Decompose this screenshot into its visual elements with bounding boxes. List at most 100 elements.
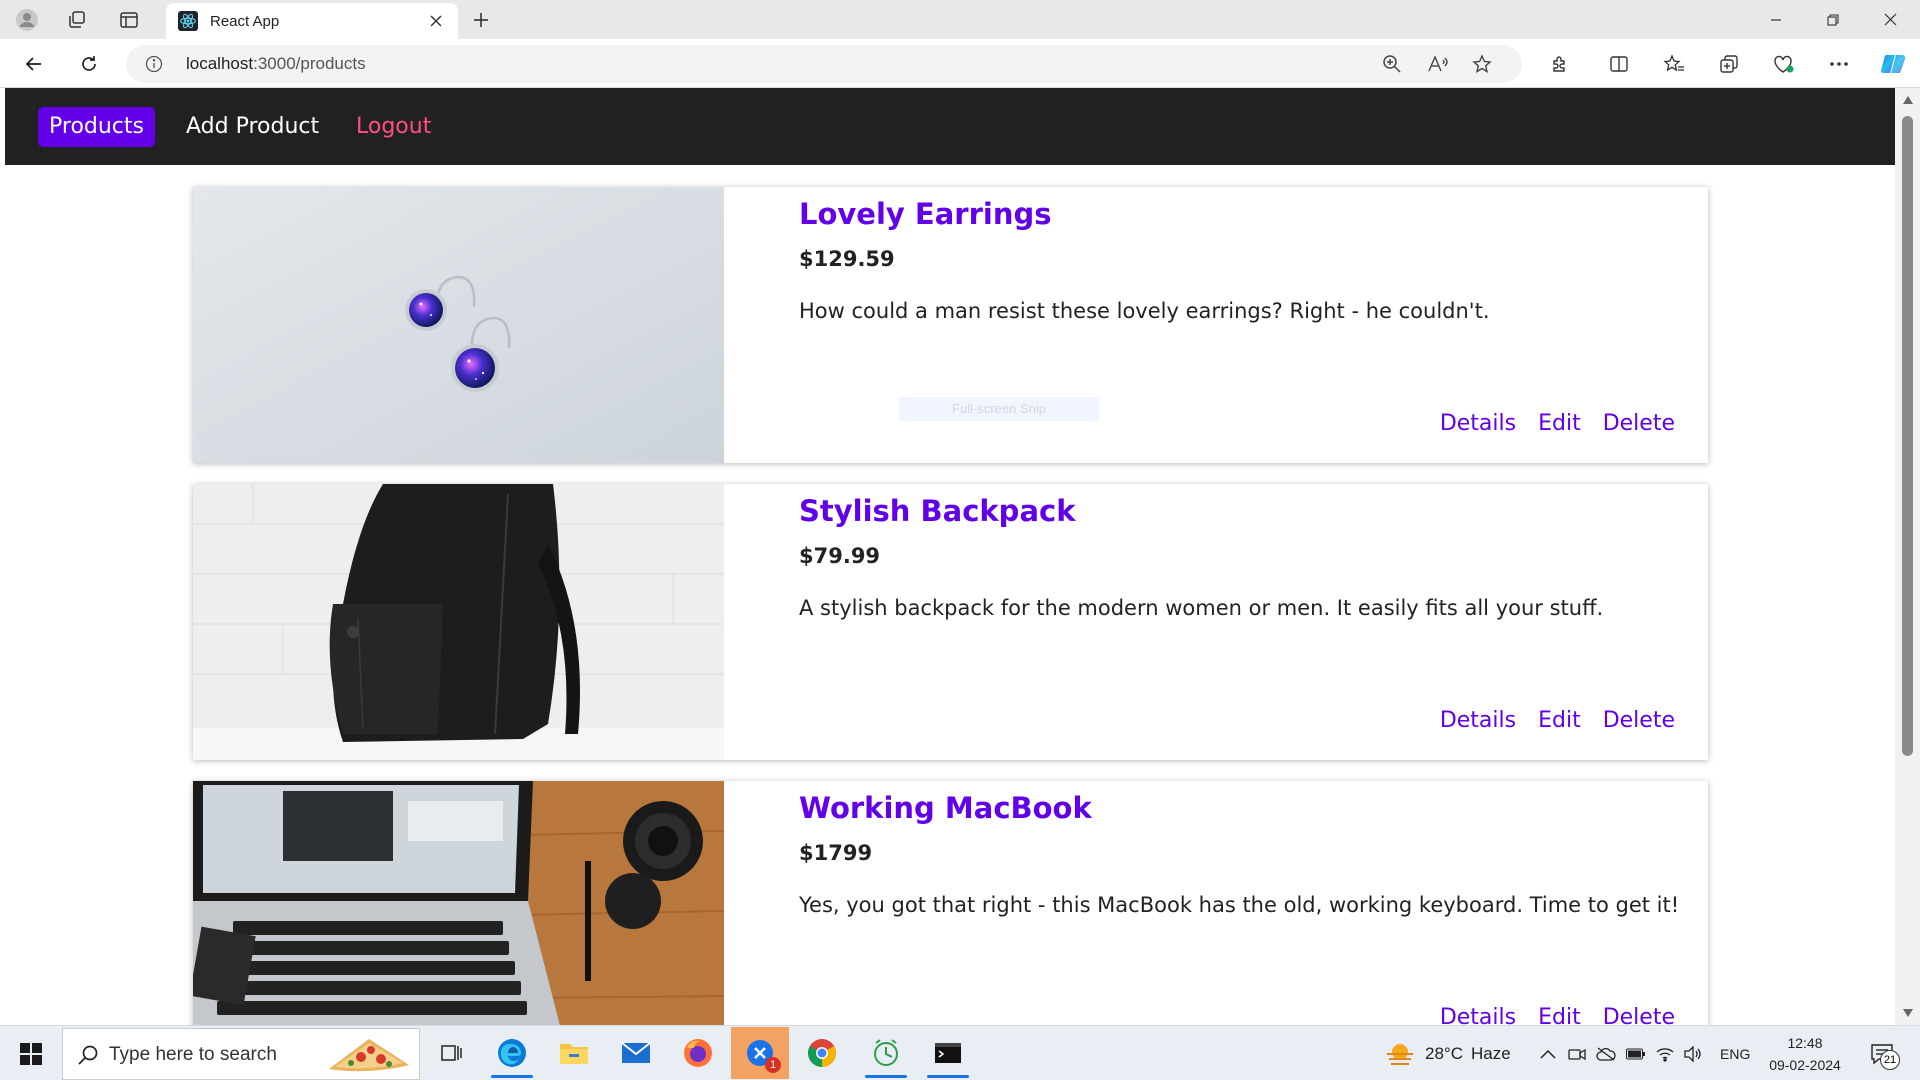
nav-add-product[interactable]: Add Product (175, 107, 330, 147)
clock-time: 12:48 (1787, 1035, 1823, 1051)
product-title: Working MacBook (799, 791, 1092, 825)
copilot-icon[interactable] (1876, 47, 1910, 81)
nav-products[interactable]: Products (38, 107, 155, 147)
product-price: $79.99 (799, 544, 881, 568)
snipping-tool-icon[interactable]: 1 (731, 1027, 789, 1079)
file-explorer-icon[interactable] (545, 1027, 603, 1079)
product-card-body: Lovely Earrings $129.59 How could a man … (724, 187, 1708, 463)
product-price: $129.59 (799, 247, 895, 271)
snip-overlay-label: Full-screen Snip (899, 397, 1099, 421)
tab-actions-icon[interactable] (112, 5, 146, 35)
delete-link[interactable]: Delete (1603, 708, 1675, 733)
close-window-icon[interactable] (1862, 0, 1918, 39)
split-screen-icon[interactable] (1602, 47, 1636, 81)
product-image-earrings (193, 187, 724, 463)
read-aloud-icon[interactable] (1424, 50, 1452, 78)
minimize-icon[interactable] (1748, 0, 1804, 39)
scroll-down-icon[interactable] (1900, 1005, 1915, 1020)
edge-browser-icon[interactable] (483, 1027, 541, 1079)
nav-logout[interactable]: Logout (345, 107, 442, 147)
tab-react-app[interactable]: React App (166, 3, 458, 39)
windows-start-icon[interactable] (8, 1034, 54, 1074)
product-description: How could a man resist these lovely earr… (799, 299, 1490, 323)
details-link[interactable]: Details (1440, 1005, 1516, 1025)
scrollbar-thumb[interactable] (1902, 116, 1913, 756)
notification-count-badge: 21 (1880, 1050, 1900, 1070)
product-card: Stylish Backpack $79.99 A stylish backpa… (193, 484, 1708, 760)
details-link[interactable]: Details (1440, 708, 1516, 733)
new-tab-button[interactable] (466, 5, 496, 35)
edit-link[interactable]: Edit (1538, 708, 1581, 733)
show-hidden-icons-chevron-icon[interactable] (1540, 1049, 1556, 1059)
chrome-icon[interactable] (793, 1027, 851, 1079)
system-tray: ENG (1540, 1026, 1750, 1080)
snip-badge: 1 (765, 1057, 781, 1073)
product-card: Working MacBook $1799 Yes, you got that … (193, 781, 1708, 1025)
extensions-icon[interactable] (1543, 47, 1577, 81)
page-scrollbar[interactable] (1895, 88, 1920, 1025)
product-card-body: Working MacBook $1799 Yes, you got that … (724, 781, 1708, 1025)
pizza-icon (325, 1035, 413, 1075)
favorites-icon[interactable] (1657, 47, 1691, 81)
terminal-icon[interactable] (919, 1027, 977, 1079)
url-path: :3000/products (253, 54, 366, 73)
firefox-icon[interactable] (669, 1027, 727, 1079)
product-title: Lovely Earrings (799, 197, 1052, 231)
restore-icon[interactable] (1805, 0, 1861, 39)
weather-widget[interactable]: 28°C Haze (1385, 1026, 1511, 1080)
site-info-icon[interactable] (144, 54, 164, 74)
zoom-icon[interactable] (1378, 50, 1406, 78)
delete-link[interactable]: Delete (1603, 411, 1675, 436)
wifi-icon[interactable] (1656, 1046, 1674, 1062)
refresh-icon[interactable] (72, 47, 106, 81)
language-indicator[interactable]: ENG (1720, 1046, 1750, 1062)
notification-center-icon[interactable]: 21 (1862, 1036, 1902, 1072)
product-image-backpack (193, 484, 724, 760)
weather-text: Haze (1470, 1043, 1511, 1063)
clock-app-icon[interactable] (857, 1027, 915, 1079)
browser-tab-bar: React App (0, 0, 1920, 39)
settings-more-icon[interactable] (1822, 47, 1856, 81)
browser-essentials-icon[interactable] (1767, 47, 1801, 81)
onedrive-icon[interactable] (1596, 1046, 1616, 1061)
page-viewport: Products Add Product Logout Lovely Earri… (5, 88, 1895, 1025)
product-description: A stylish backpack for the modern women … (799, 596, 1604, 620)
profile-icon[interactable] (10, 5, 44, 35)
url-host: localhost (186, 54, 254, 73)
workspaces-icon[interactable] (60, 5, 94, 35)
mail-icon[interactable] (607, 1027, 665, 1079)
browser-toolbar: localhost:3000/products (0, 39, 1920, 88)
clock-date: 09-02-2024 (1769, 1057, 1841, 1073)
taskbar-search-box[interactable]: Type here to search (62, 1028, 420, 1080)
product-image-macbook (193, 781, 724, 1025)
favorite-star-icon[interactable] (1468, 50, 1496, 78)
product-title: Stylish Backpack (799, 494, 1076, 528)
tab-title: React App (210, 12, 280, 30)
search-placeholder: Type here to search (109, 1044, 277, 1065)
back-icon[interactable] (17, 47, 51, 81)
close-tab-icon[interactable] (426, 11, 446, 31)
product-price: $1799 (799, 841, 873, 865)
weather-haze-icon (1385, 1041, 1415, 1067)
edit-link[interactable]: Edit (1538, 1005, 1581, 1025)
delete-link[interactable]: Delete (1603, 1005, 1675, 1025)
product-card-body: Stylish Backpack $79.99 A stylish backpa… (724, 484, 1708, 760)
scroll-up-icon[interactable] (1900, 92, 1915, 107)
collections-icon[interactable] (1712, 47, 1746, 81)
edit-link[interactable]: Edit (1538, 411, 1581, 436)
details-link[interactable]: Details (1440, 411, 1516, 436)
task-view-icon[interactable] (423, 1027, 481, 1079)
url-text: localhost:3000/products (186, 54, 366, 74)
meet-now-icon[interactable] (1568, 1046, 1586, 1062)
product-description: Yes, you got that right - this MacBook h… (799, 893, 1680, 917)
volume-icon[interactable] (1684, 1045, 1702, 1062)
product-actions: Details Edit Delete (1440, 708, 1675, 733)
weather-temp: 28°C (1425, 1043, 1463, 1063)
taskbar-clock[interactable]: 12:48 09-02-2024 (1760, 1032, 1850, 1076)
product-actions: Details Edit Delete (1440, 1005, 1675, 1025)
address-bar[interactable]: localhost:3000/products (126, 45, 1522, 83)
product-card: Lovely Earrings $129.59 How could a man … (193, 187, 1708, 463)
battery-icon[interactable] (1626, 1048, 1646, 1060)
react-logo-icon (178, 11, 198, 31)
product-actions: Details Edit Delete (1440, 411, 1675, 436)
